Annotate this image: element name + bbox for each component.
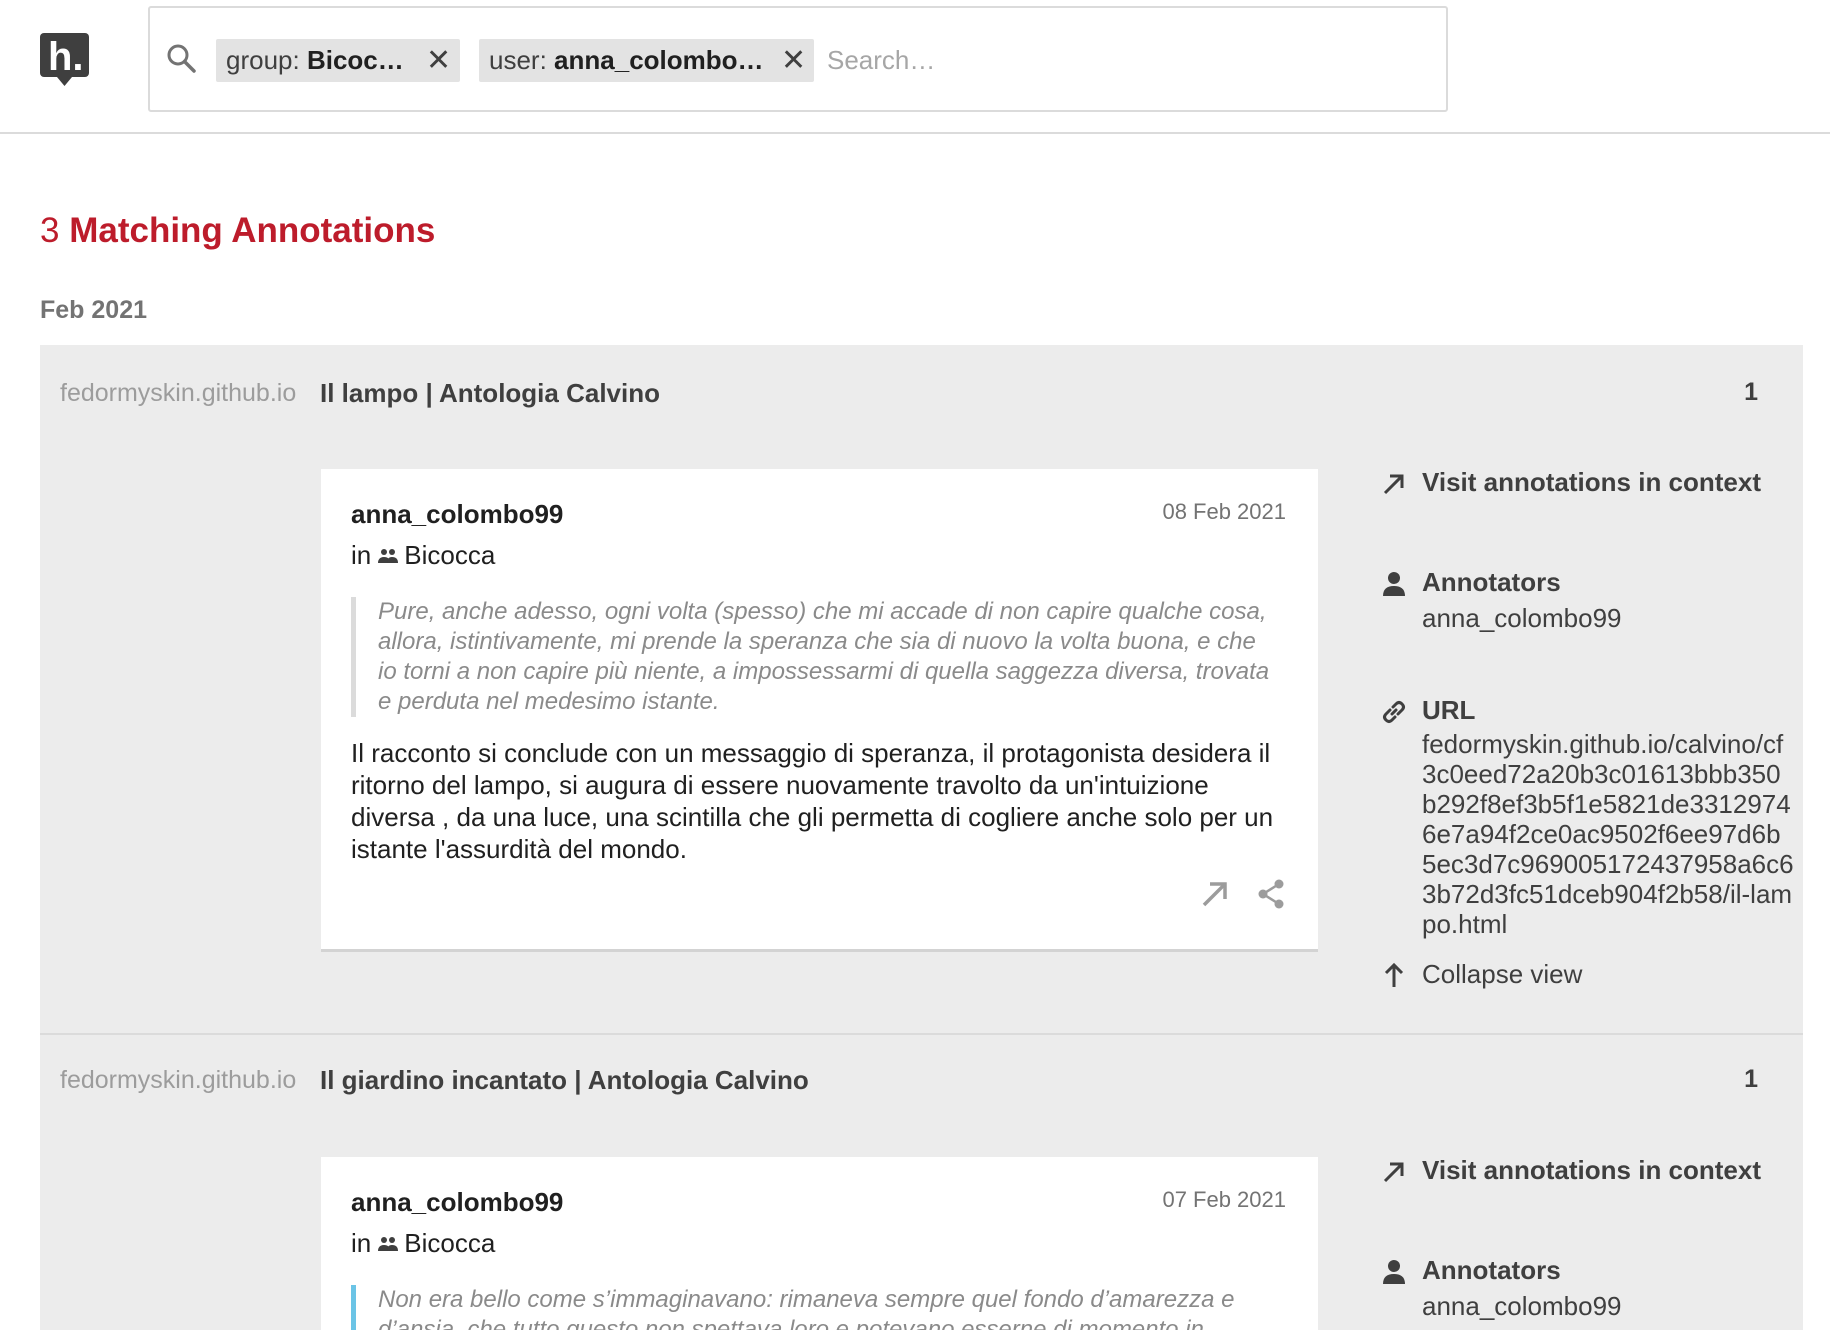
visit-label[interactable]: Visit annotations in context	[1422, 1155, 1761, 1186]
user-icon	[1383, 572, 1405, 596]
annotators-label: Annotators	[1422, 1255, 1561, 1285]
annotation-card[interactable]: anna_colombo99 07 Feb 2021 in Bicocca No…	[321, 1157, 1318, 1330]
document-title[interactable]: Il giardino incantato | Antologia Calvin…	[320, 1065, 809, 1096]
group-prefix: in	[351, 1228, 372, 1258]
svg-text:h.: h.	[48, 35, 84, 79]
user-icon	[1383, 1260, 1405, 1284]
annotation-date[interactable]: 07 Feb 2021	[1162, 1187, 1286, 1213]
annotators-label: Annotators	[1422, 567, 1561, 597]
result-count-label: Matching Annotations	[69, 211, 436, 250]
collapse-label[interactable]: Collapse view	[1422, 959, 1582, 990]
remove-filter-icon[interactable]: ✕	[426, 39, 451, 82]
document-title[interactable]: Il lampo | Antologia Calvino	[320, 378, 660, 409]
annotation-quote: Pure, anche adesso, ogni volta (spesso) …	[351, 597, 1281, 717]
group-prefix: in	[351, 540, 372, 570]
link-icon	[1383, 701, 1405, 723]
hypothesis-logo-icon[interactable]: h.	[40, 33, 89, 86]
annotation-group: in Bicocca	[351, 540, 495, 571]
chip-value: Bicoc…	[306, 45, 404, 75]
result-count: 3 Matching Annotations	[40, 210, 435, 252]
annotation-body: Il racconto si conclude con un messaggio…	[351, 738, 1274, 864]
annotation-user[interactable]: anna_colombo99	[351, 1187, 563, 1218]
chip-key: user:	[489, 45, 547, 75]
external-link-icon	[1383, 1162, 1404, 1183]
group-icon	[378, 548, 399, 563]
url-value[interactable]: fedormyskin.github.io/calvino/cf3c0eed72…	[1422, 729, 1794, 939]
document-domain: fedormyskin.github.io	[60, 1066, 297, 1094]
filter-chip-group: group: Bicoc… ✕	[216, 39, 460, 82]
annotation-list: fedormyskin.github.io Il lampo | Antolog…	[40, 345, 1803, 1330]
visit-label[interactable]: Visit annotations in context	[1422, 467, 1761, 498]
external-link-icon[interactable]	[1198, 877, 1232, 911]
result-count-number: 3	[40, 211, 60, 250]
filter-chip-user: user: anna_colombo… ✕	[479, 39, 814, 82]
annotation-quote: Non era bello come s’immaginavano: riman…	[351, 1285, 1281, 1330]
share-icon[interactable]	[1254, 877, 1288, 911]
group-icon	[378, 1236, 399, 1251]
top-bar: h. group: Bicoc… ✕ user: anna_colombo… ✕	[0, 0, 1830, 134]
annotation-count: 1	[1744, 378, 1758, 406]
annotators-value[interactable]: anna_colombo99	[1422, 603, 1802, 633]
document-domain: fedormyskin.github.io	[60, 379, 297, 407]
chip-value: anna_colombo…	[554, 45, 764, 75]
document-divider	[40, 1033, 1803, 1035]
search-icon	[167, 44, 196, 73]
search-input[interactable]	[827, 40, 1407, 80]
annotation-user[interactable]: anna_colombo99	[351, 499, 563, 530]
annotation-count: 1	[1744, 1065, 1758, 1093]
annotation-group: in Bicocca	[351, 1228, 495, 1259]
remove-filter-icon[interactable]: ✕	[781, 39, 806, 82]
annotation-date[interactable]: 08 Feb 2021	[1162, 499, 1286, 525]
annotation-card[interactable]: anna_colombo99 08 Feb 2021 in Bicocca Pu…	[321, 469, 1318, 952]
chip-key: group:	[226, 45, 300, 75]
annotators-value[interactable]: anna_colombo99	[1422, 1291, 1802, 1321]
arrow-up-icon	[1384, 962, 1404, 987]
month-heading: Feb 2021	[40, 296, 148, 324]
group-name[interactable]: Bicocca	[404, 540, 495, 571]
external-link-icon	[1383, 474, 1404, 495]
url-label: URL	[1422, 695, 1476, 725]
group-name[interactable]: Bicocca	[404, 1228, 495, 1259]
